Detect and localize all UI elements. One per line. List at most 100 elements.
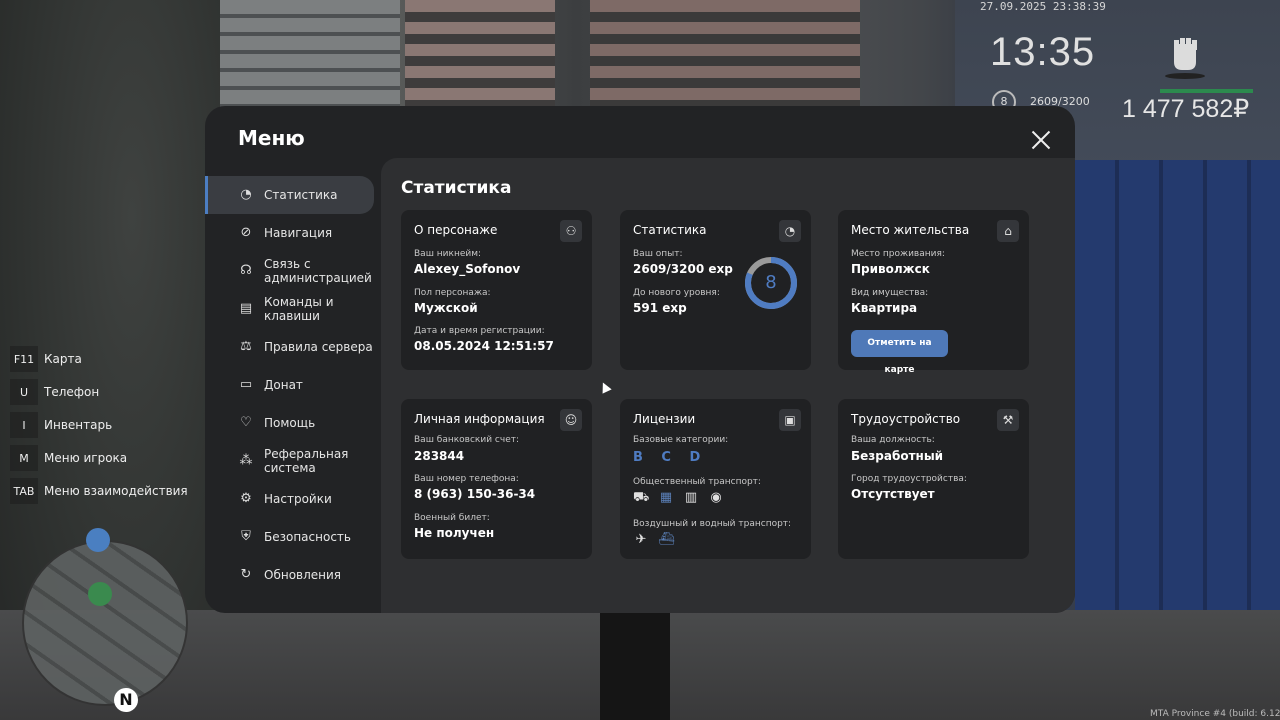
ship-icon: ⛴ — [658, 532, 675, 547]
label: Ваш никнейм: — [414, 249, 482, 259]
label: Вид имущества: — [851, 288, 929, 298]
tram-icon: ▥ — [684, 490, 698, 505]
card-licenses: Лицензии ▣ Базовые категории: B C D Обще… — [620, 399, 811, 559]
card-title: Личная информация — [414, 412, 545, 426]
card-title: О персонаже — [414, 223, 498, 237]
hud-datetime: 27.09.2025 23:38:39 — [980, 0, 1106, 13]
label: Ваш банковский счет: — [414, 435, 520, 445]
build-info: MTA Province #4 (build: 6.12418.9) — [1150, 709, 1280, 719]
mark-on-map-button[interactable]: Отметить на карте — [851, 330, 948, 375]
nickname-value: Alexey_Sofonov — [414, 262, 521, 276]
phone-value: 8 (963) 150-36-34 — [414, 487, 536, 501]
card-title: Место жительства — [851, 223, 970, 237]
hotkey-phone: U Телефон — [10, 379, 188, 405]
bus-icon: ⛟ — [633, 490, 650, 505]
hotkey-list: F11 Карта U Телефон I Инвентарь M Меню игрок… — [10, 346, 188, 511]
public-transport-icons: ⛟ ▦ ▥ ◉ — [633, 490, 733, 506]
nav-help[interactable]: ♡ Помощь — [205, 404, 381, 442]
label: До нового уровня: — [633, 288, 720, 298]
shirt-marker-icon — [86, 528, 110, 552]
gear-icon: ⚙ — [240, 491, 252, 506]
user-circle-icon: ☺ — [560, 409, 582, 431]
nav-settings[interactable]: ⚙ Настройки — [205, 480, 381, 518]
stats-content: Статистика О персонаже ⚇ Ваш никнейм: Al… — [381, 158, 1075, 613]
label: Ваша должность: — [851, 435, 935, 445]
menu-title: Меню — [238, 126, 305, 150]
pickaxe-icon: ⚒ — [997, 409, 1019, 431]
trolleybus-icon: ▦ — [659, 490, 673, 505]
metro-icon: ◉ — [710, 490, 722, 505]
health-bar — [1160, 89, 1253, 93]
nav-updates[interactable]: ↻ Обновления — [205, 556, 381, 594]
next-level-value: 591 exp — [633, 301, 687, 315]
air-water-transport-icons: ✈ ⛴ — [633, 532, 683, 548]
building-blue-wall — [1075, 160, 1280, 680]
hud-time: 13:35 — [990, 30, 1096, 74]
label: Место проживания: — [851, 249, 945, 259]
id-card-icon: ▣ — [779, 409, 801, 431]
place-value: Приволжск — [851, 262, 930, 276]
bank-account-value: 283844 — [414, 449, 465, 463]
label: Ваш опыт: — [633, 249, 683, 259]
airplane-icon: ✈ — [635, 532, 647, 547]
label: Город трудоустройства: — [851, 474, 967, 484]
hotkey-inventory: I Инвентарь — [10, 412, 188, 438]
pie-chart-icon: ◔ — [240, 187, 252, 202]
refresh-check-icon: ↻ — [240, 567, 252, 582]
shield-icon: ⛨ — [241, 529, 251, 544]
menu-sidebar: ◔ Статистика ⊘ Навигация ☊ Связь с админист… — [205, 176, 381, 594]
scales-icon: ⚖ — [240, 339, 252, 354]
hud-money: 1 477 582₽ — [1122, 95, 1250, 123]
hotkey-map: F11 Карта — [10, 346, 188, 372]
label: Общественный транспорт: — [633, 477, 761, 487]
network-icon: ⁂ — [239, 453, 253, 468]
nav-rules[interactable]: ⚖ Правила сервера — [205, 328, 381, 366]
menu-modal: Меню ◔ Статистика ⊘ Навигация ☊ Связь с адм… — [205, 106, 1075, 613]
label: Ваш номер телефона: — [414, 474, 519, 484]
pie-chart-icon: ◔ — [779, 220, 801, 242]
label: Воздушный и водный транспорт: — [633, 519, 792, 529]
card-stats: Статистика ◔ Ваш опыт: 2609/3200 exp До … — [620, 210, 811, 370]
document-icon: ▤ — [239, 301, 253, 316]
handshake-icon: ♡ — [240, 415, 252, 430]
card-residence: Место жительства ⌂ Место проживания: При… — [838, 210, 1029, 375]
level-number: 8 — [765, 272, 777, 293]
fist-icon — [1165, 38, 1205, 79]
exp-value: 2609/3200 exp — [633, 262, 733, 276]
close-button[interactable] — [1028, 128, 1054, 154]
sex-value: Мужской — [414, 301, 478, 315]
card-title: Трудоустройство — [851, 412, 961, 426]
nav-admin-contact[interactable]: ☊ Связь с администрацией — [205, 252, 381, 290]
headset-icon: ☊ — [240, 263, 252, 278]
license-categories: B C D — [633, 450, 708, 465]
north-indicator: N — [114, 688, 138, 712]
nav-donate[interactable]: ▭ Донат — [205, 366, 381, 404]
label: Военный билет: — [414, 513, 490, 523]
property-type-value: Квартира — [851, 301, 918, 315]
position-value: Безработный — [851, 449, 944, 463]
nav-statistics[interactable]: ◔ Статистика — [205, 176, 374, 214]
building — [405, 0, 555, 110]
building — [590, 0, 860, 110]
label: Базовые категории: — [633, 435, 729, 445]
player-character — [600, 612, 670, 720]
wallet-icon: ▭ — [239, 377, 253, 392]
user-icon: ⚇ — [560, 220, 582, 242]
house-marker-icon — [88, 582, 112, 606]
label: Пол персонажа: — [414, 288, 491, 298]
minimap[interactable] — [22, 540, 188, 706]
hotkey-interaction-menu: TAB Меню взаимодействия — [10, 478, 188, 504]
nav-referral[interactable]: ⁂ Реферальная система — [205, 442, 381, 480]
building — [220, 0, 400, 110]
compass-icon: ⊘ — [240, 225, 252, 240]
card-employment: Трудоустройство ⚒ Ваша должность: Безраб… — [838, 399, 1029, 559]
military-id-value: Не получен — [414, 526, 495, 540]
nav-navigation[interactable]: ⊘ Навигация — [205, 214, 381, 252]
nav-commands[interactable]: ▤ Команды и клавиши — [205, 290, 381, 328]
hotkey-player-menu: M Меню игрока — [10, 445, 188, 471]
nav-security[interactable]: ⛨ Безопасность — [205, 518, 381, 556]
job-city-value: Отсутствует — [851, 487, 935, 501]
card-character: О персонаже ⚇ Ваш никнейм: Alexey_Sofono… — [401, 210, 592, 370]
content-title: Статистика — [401, 178, 512, 198]
card-title: Статистика — [633, 223, 707, 237]
